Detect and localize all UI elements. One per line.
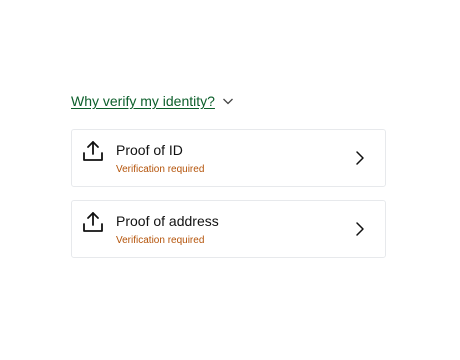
card-title: Proof of ID	[116, 142, 183, 158]
upload-icon	[81, 139, 105, 163]
status-text: Verification required	[116, 164, 205, 175]
chevron-right-icon	[353, 150, 367, 166]
status-text: Verification required	[116, 235, 205, 246]
chevron-down-icon	[221, 94, 235, 108]
why-verify-toggle[interactable]: Why verify my identity?	[71, 93, 235, 109]
verification-page: Why verify my identity? Proof of ID Veri…	[0, 0, 460, 360]
proof-of-id-card[interactable]: Proof of ID Verification required	[71, 129, 386, 187]
proof-of-address-card[interactable]: Proof of address Verification required	[71, 200, 386, 258]
chevron-right-icon	[353, 221, 367, 237]
why-verify-link[interactable]: Why verify my identity?	[71, 93, 215, 109]
card-title: Proof of address	[116, 213, 219, 229]
upload-icon	[81, 210, 105, 234]
